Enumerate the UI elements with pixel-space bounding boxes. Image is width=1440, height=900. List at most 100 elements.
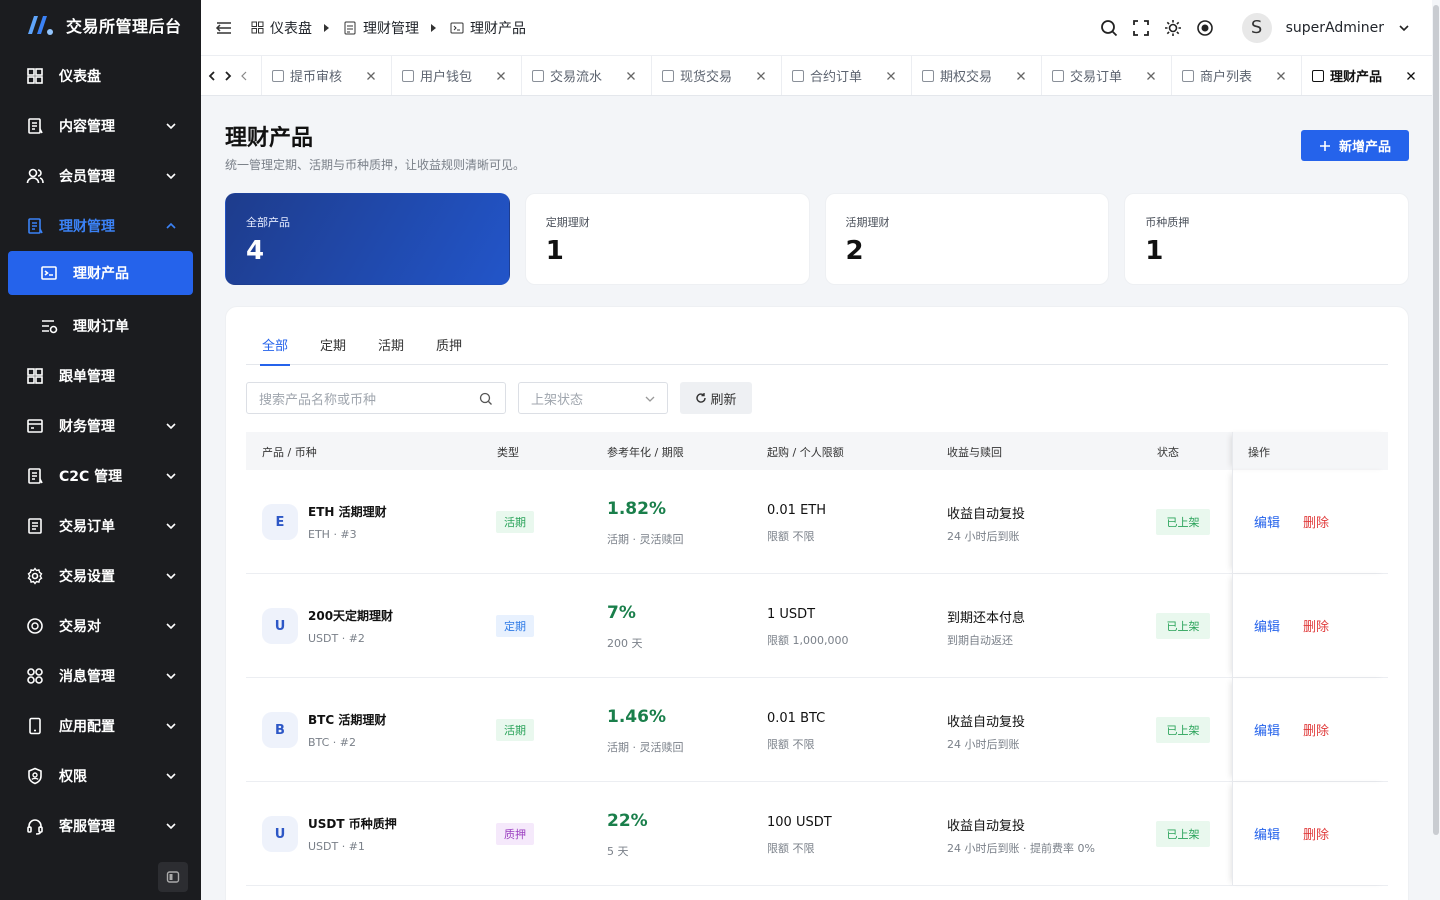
order-icon xyxy=(26,517,44,535)
type-badge: 活期 xyxy=(496,511,534,533)
tab-list: 提币审核 用户钱包 交易流水 现货交易 合约订单 期权交易 交易订单 商户列表 理财产品 xyxy=(261,56,1431,95)
close-icon[interactable] xyxy=(1015,70,1027,82)
sidebar-item-1[interactable]: 内容管理 xyxy=(0,101,201,151)
sidebar-item-0[interactable]: 仪表盘 xyxy=(0,51,201,101)
logo[interactable]: 交易所管理后台 xyxy=(0,0,201,50)
close-icon[interactable] xyxy=(885,70,897,82)
tab-1[interactable]: 用户钱包 xyxy=(391,56,521,95)
sidebar-item-label: 理财管理 xyxy=(59,219,115,235)
stat-card[interactable]: 定期理财 1 xyxy=(524,193,810,285)
sidebar-item-9[interactable]: 交易订单 xyxy=(0,501,201,551)
filter-tab[interactable]: 全部 xyxy=(259,335,291,366)
product-avatar: U xyxy=(262,816,298,852)
menu-fold-icon[interactable] xyxy=(215,19,233,37)
tab-page-icon xyxy=(272,69,284,82)
refresh-button[interactable]: 刷新 xyxy=(680,382,752,414)
tab-5[interactable]: 期权交易 xyxy=(911,56,1041,95)
stat-card[interactable]: 币种质押 1 xyxy=(1124,193,1409,285)
breadcrumb: 仪表盘 理财管理 理财产品 xyxy=(251,18,526,38)
delete-button[interactable]: 删除 xyxy=(1303,720,1329,739)
tab-page-icon xyxy=(792,69,804,82)
document-icon xyxy=(344,21,356,34)
tab-6[interactable]: 交易订单 xyxy=(1041,56,1171,95)
search-input[interactable]: 搜索产品名称或币种 xyxy=(246,382,506,414)
sidebar-item-12[interactable]: 消息管理 xyxy=(0,651,201,701)
tab-label: 期权交易 xyxy=(940,70,993,85)
product-sub: ETH · #3 xyxy=(308,528,357,541)
avatar[interactable]: S xyxy=(1241,12,1272,43)
edit-button[interactable]: 编辑 xyxy=(1254,512,1280,531)
sidebar-item-10[interactable]: 交易设置 xyxy=(0,551,201,601)
username[interactable]: superAdminer xyxy=(1286,20,1384,36)
sidebar-item-4[interactable]: 理财产品 xyxy=(8,251,193,295)
sidebar-item-6[interactable]: 跟单管理 xyxy=(0,351,201,401)
column-header: 起购 / 个人限额 xyxy=(767,446,844,459)
fullscreen-icon[interactable] xyxy=(1132,19,1150,37)
breadcrumb-label: 理财产品 xyxy=(470,20,526,37)
chevron-left-icon[interactable] xyxy=(239,71,249,81)
tab-7[interactable]: 商户列表 xyxy=(1171,56,1301,95)
chevron-down-icon[interactable] xyxy=(1398,22,1410,34)
sidebar-item-13[interactable]: 应用配置 xyxy=(0,701,201,751)
delete-button[interactable]: 删除 xyxy=(1303,616,1329,635)
sidebar-item-8[interactable]: C2C 管理 xyxy=(0,451,201,501)
close-icon[interactable] xyxy=(1275,70,1287,82)
sidebar-item-3[interactable]: 理财管理 xyxy=(0,201,201,251)
theme-icon[interactable] xyxy=(1196,19,1214,37)
tab-label: 合约订单 xyxy=(810,70,863,85)
breadcrumb-finance[interactable]: 理财管理 xyxy=(343,18,419,38)
breadcrumb-label: 理财管理 xyxy=(363,20,419,37)
chevron-left-icon[interactable] xyxy=(207,70,217,81)
tab-page-icon xyxy=(662,69,674,82)
sidebar-item-11[interactable]: 交易对 xyxy=(0,601,201,651)
tab-3[interactable]: 现货交易 xyxy=(651,56,781,95)
sidebar-item-15[interactable]: 客服管理 xyxy=(0,801,201,851)
sidebar-item-7[interactable]: 财务管理 xyxy=(0,401,201,451)
add-product-button[interactable]: 新增产品 xyxy=(1301,130,1409,161)
chevron-right-icon[interactable] xyxy=(223,70,233,81)
filter-tab[interactable]: 定期 xyxy=(320,335,346,365)
tab-page-icon xyxy=(532,69,544,82)
sidebar-item-label: 内容管理 xyxy=(59,119,115,135)
breadcrumb-dashboard[interactable]: 仪表盘 xyxy=(251,18,312,38)
sun-icon[interactable] xyxy=(1164,19,1182,37)
status-select[interactable]: 上架状态 xyxy=(518,382,668,414)
product-sub: BTC · #2 xyxy=(308,736,357,749)
tab-0[interactable]: 提币审核 xyxy=(261,56,391,95)
close-icon[interactable] xyxy=(365,70,377,82)
sidebar-item-14[interactable]: 权限 xyxy=(0,751,201,801)
close-icon[interactable] xyxy=(495,70,507,82)
stat-card[interactable]: 全部产品 4 xyxy=(225,193,510,285)
tab-8[interactable]: 理财产品 xyxy=(1301,56,1431,95)
stat-card[interactable]: 活期理财 2 xyxy=(824,193,1110,285)
edit-button[interactable]: 编辑 xyxy=(1254,720,1280,739)
stat-value: 4 xyxy=(246,236,265,266)
tab-2[interactable]: 交易流水 xyxy=(521,56,651,95)
sidebar-item-2[interactable]: 会员管理 xyxy=(0,151,201,201)
close-icon[interactable] xyxy=(625,70,637,82)
scrollbar-thumb[interactable] xyxy=(1433,5,1439,835)
min-purchase: 0.01 BTC xyxy=(767,711,826,726)
income-rule: 收益自动复投 xyxy=(947,715,1026,730)
filter-tab[interactable]: 活期 xyxy=(378,335,404,365)
status-select-placeholder: 上架状态 xyxy=(531,392,584,408)
close-icon[interactable] xyxy=(1405,70,1417,82)
delete-button[interactable]: 删除 xyxy=(1303,512,1329,531)
search-icon[interactable] xyxy=(1100,19,1118,37)
edit-button[interactable]: 编辑 xyxy=(1254,824,1280,843)
filter-tab[interactable]: 质押 xyxy=(436,335,462,365)
chevron-down-icon xyxy=(166,823,176,830)
close-icon[interactable] xyxy=(1145,70,1157,82)
delete-button[interactable]: 删除 xyxy=(1303,824,1329,843)
collapse-sidebar-button[interactable] xyxy=(158,862,188,892)
row-actions: 编辑 删除 xyxy=(1232,782,1388,885)
status-badge: 已上架 xyxy=(1156,821,1210,847)
close-icon[interactable] xyxy=(755,70,767,82)
term: 200 天 xyxy=(607,637,643,650)
product-name: ETH 活期理财 xyxy=(308,505,387,519)
edit-button[interactable]: 编辑 xyxy=(1254,616,1280,635)
tab-4[interactable]: 合约订单 xyxy=(781,56,911,95)
sidebar-item-5[interactable]: 理财订单 xyxy=(0,301,201,351)
chevron-down-icon xyxy=(166,473,176,480)
page-scrollbar[interactable] xyxy=(1432,0,1440,900)
